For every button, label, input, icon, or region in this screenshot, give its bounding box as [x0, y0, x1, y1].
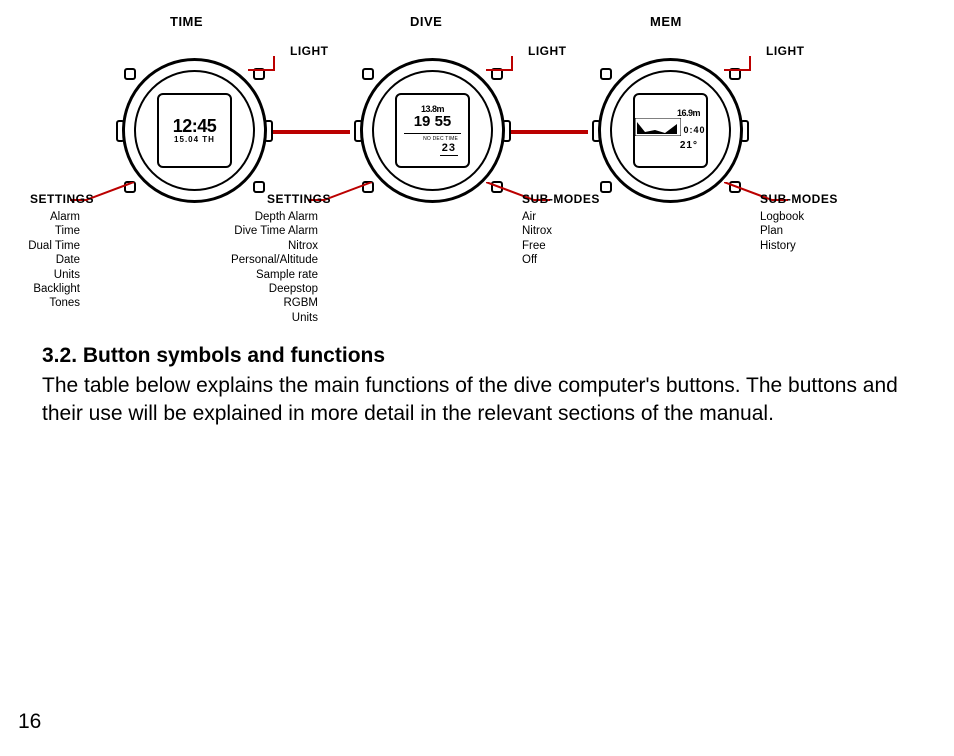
list-item: Free — [522, 239, 602, 253]
time-display: 12:45 — [173, 117, 217, 135]
mem-duration: 0:40 — [683, 125, 705, 136]
list-item: RGBM — [220, 296, 318, 310]
list-item: Units — [220, 311, 318, 325]
light-label-dive: LIGHT — [528, 44, 567, 58]
list-item: Logbook — [760, 210, 840, 224]
submodes-list-dive: AirNitroxFreeOff — [522, 210, 602, 268]
settings-label-time: SETTINGS — [30, 192, 94, 206]
list-item: Off — [522, 253, 602, 267]
list-item: Depth Alarm — [220, 210, 318, 224]
section-body: 3.2. Button symbols and functions The ta… — [42, 344, 912, 429]
light-label-time: LIGHT — [290, 44, 329, 58]
list-item: Plan — [760, 224, 840, 238]
list-item: Time — [10, 224, 80, 238]
list-item: Personal/Altitude — [220, 253, 318, 267]
mem-depth: 16.9m — [677, 109, 700, 118]
section-heading: 3.2. Button symbols and functions — [42, 344, 912, 368]
settings-list-dive: Depth AlarmDive Time AlarmNitroxPersonal… — [220, 210, 318, 325]
list-item: Air — [522, 210, 602, 224]
watch-mem: 16.9m 0:40 21° — [598, 58, 743, 203]
list-item: Sample rate — [220, 268, 318, 282]
screen-time: 12:45 15.04 TH — [157, 93, 232, 168]
mode-title-dive: DIVE — [410, 14, 442, 29]
list-item: Tones — [10, 296, 80, 310]
list-item: Nitrox — [522, 224, 602, 238]
list-item: Alarm — [10, 210, 80, 224]
light-label-mem: LIGHT — [766, 44, 805, 58]
list-item: Units — [10, 268, 80, 282]
settings-label-dive: SETTINGS — [267, 192, 331, 206]
mode-diagram: TIME 12:45 15.04 TH LIGHT SETTINGS Alarm… — [30, 14, 924, 324]
mem-temp: 21° — [680, 140, 698, 152]
list-item: Backlight — [10, 282, 80, 296]
list-item: Dive Time Alarm — [220, 224, 318, 238]
screen-mem: 16.9m 0:40 21° — [633, 93, 708, 168]
settings-list-time: AlarmTimeDual TimeDateUnitsBacklightTone… — [10, 210, 80, 311]
list-item: Deepstop — [220, 282, 318, 296]
list-item: Nitrox — [220, 239, 318, 253]
submodes-label-mem: SUB-MODES — [760, 192, 838, 206]
mode-title-mem: MEM — [650, 14, 682, 29]
watch-time: 12:45 15.04 TH — [122, 58, 267, 203]
screen-dive: 13.8m 19 55 NO DEC TIME 23 — [395, 93, 470, 168]
mem-graph — [635, 118, 681, 136]
dive-nodec-value: 23 — [440, 142, 458, 156]
submodes-list-mem: LogbookPlanHistory — [760, 210, 840, 253]
date-display: 15.04 TH — [174, 135, 215, 145]
submodes-label-dive: SUB-MODES — [522, 192, 600, 206]
list-item: Date — [10, 253, 80, 267]
dive-mid: 19 55 — [414, 114, 452, 131]
page-number: 16 — [18, 710, 41, 734]
section-paragraph: The table below explains the main functi… — [42, 372, 912, 429]
mode-title-time: TIME — [170, 14, 203, 29]
list-item: Dual Time — [10, 239, 80, 253]
list-item: History — [760, 239, 840, 253]
watch-dive: 13.8m 19 55 NO DEC TIME 23 — [360, 58, 505, 203]
